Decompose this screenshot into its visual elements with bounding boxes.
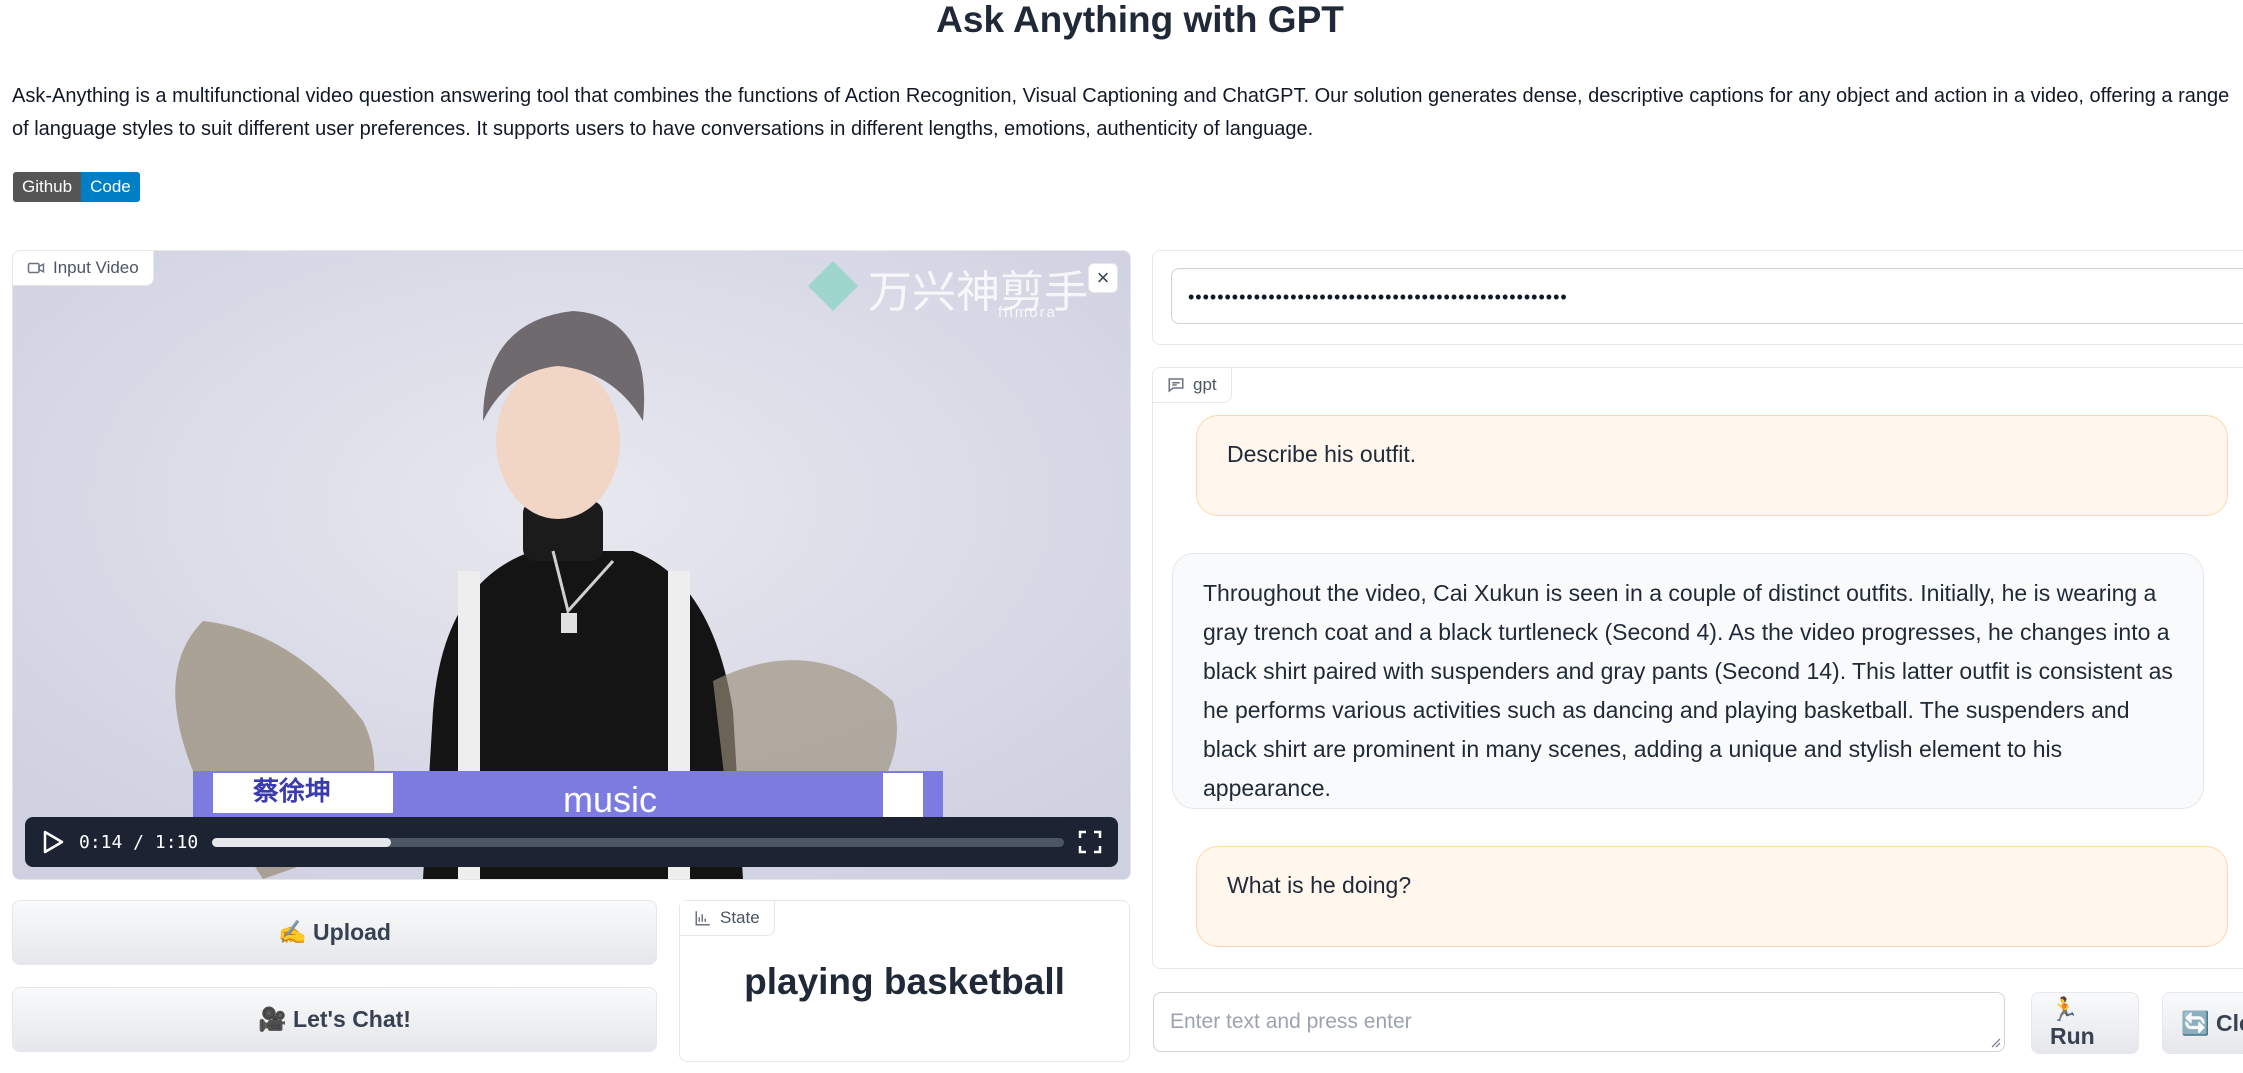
state-label: State xyxy=(680,901,775,936)
badge-github-label: Github xyxy=(13,172,82,202)
chart-icon xyxy=(695,911,710,926)
api-key-input[interactable]: ••••••••••••••••••••••••••••••••••••••••… xyxy=(1171,268,2243,324)
resize-grip-icon[interactable] xyxy=(1989,1036,2001,1048)
lets-chat-button[interactable]: 🎥 Let's Chat! xyxy=(12,987,657,1052)
run-button[interactable]: 🏃 Run xyxy=(2031,992,2139,1054)
input-video-panel: 蔡徐坤 music 万兴神剪手 filmora Input Video × 0:… xyxy=(12,250,1131,880)
api-key-panel: ••••••••••••••••••••••••••••••••••••••••… xyxy=(1152,250,2243,345)
upload-button[interactable]: ✍️ Upload xyxy=(12,900,657,965)
chat-message-user: Describe his outfit. xyxy=(1196,415,2228,516)
chat-message-user: What is he doing? xyxy=(1196,846,2228,947)
input-video-label-text: Input Video xyxy=(53,258,139,277)
video-camera-icon xyxy=(27,262,45,274)
chat-message-bot: Throughout the video, Cai Xukun is seen … xyxy=(1172,553,2204,809)
state-panel: State playing basketball xyxy=(679,900,1130,1062)
chatbot-label-text: gpt xyxy=(1193,375,1217,394)
play-icon[interactable] xyxy=(41,830,65,854)
video-overlay-name: 蔡徐坤 xyxy=(253,776,332,806)
chat-text-input[interactable]: Enter text and press enter xyxy=(1153,992,2005,1052)
page-title: Ask Anything with GPT xyxy=(936,0,1344,40)
video-controls: 0:14 / 1:10 xyxy=(25,817,1118,867)
state-value: playing basketball xyxy=(744,961,1065,1002)
github-code-badge[interactable]: Github Code xyxy=(13,172,140,202)
fullscreen-icon[interactable] xyxy=(1078,830,1102,854)
clear-button[interactable]: 🔄 Clea xyxy=(2162,992,2243,1054)
chatbot-panel: gpt Describe his outfit. Throughout the … xyxy=(1152,367,2243,969)
input-video-label: Input Video xyxy=(13,251,154,286)
page-description: Ask-Anything is a multifunctional video … xyxy=(12,85,2230,140)
clear-video-button[interactable]: × xyxy=(1088,263,1118,293)
chatbot-label: gpt xyxy=(1153,368,1232,403)
video-overlay-text: music xyxy=(563,779,658,820)
video-progress-bar[interactable] xyxy=(212,837,1064,847)
badge-code-label: Code xyxy=(81,172,140,202)
video-time: 0:14 / 1:10 xyxy=(79,831,199,853)
chat-icon xyxy=(1168,378,1184,393)
video-watermark-sub: filmora xyxy=(998,304,1058,321)
state-label-text: State xyxy=(720,908,760,927)
video-progress-fill xyxy=(212,837,392,847)
